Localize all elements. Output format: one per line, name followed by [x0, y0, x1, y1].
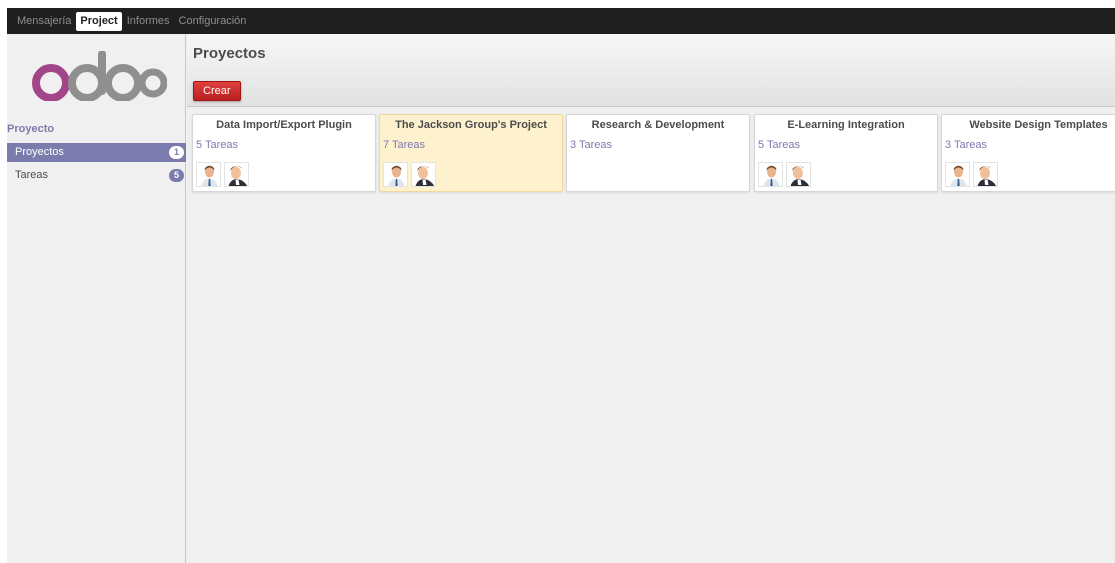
member-avatars: [758, 162, 811, 187]
avatar: [224, 162, 249, 187]
project-name[interactable]: Data Import/Export Plugin: [193, 119, 375, 131]
avatar: [758, 162, 783, 187]
avatar: [973, 162, 998, 187]
member-avatars: [945, 162, 998, 187]
task-count-link[interactable]: 5 Tareas: [758, 139, 800, 151]
avatar: [411, 162, 436, 187]
sidebar: odoo Proyecto Proyectos 1 Tareas 5: [7, 34, 186, 563]
menu-project[interactable]: Project: [76, 11, 122, 31]
avatar: [196, 162, 221, 187]
member-avatars: [196, 162, 249, 187]
menu-messaging[interactable]: Mensajería: [13, 12, 75, 31]
man-avatar-icon: [787, 163, 810, 186]
odoo-logo[interactable]: odoo: [27, 51, 167, 101]
menu-reports[interactable]: Informes: [123, 12, 174, 31]
sidebar-item-tasks[interactable]: Tareas 5: [7, 166, 186, 185]
project-card[interactable]: E-Learning Integration 5 Tareas: [754, 114, 938, 192]
menu-settings[interactable]: Configuración: [175, 12, 251, 31]
man-avatar-icon: [946, 163, 969, 186]
project-card[interactable]: The Jackson Group's Project 7 Tareas: [379, 114, 563, 192]
man-avatar-icon: [197, 163, 220, 186]
page-title: Proyectos: [193, 45, 266, 62]
kanban-view: Data Import/Export Plugin 5 Tareas The J…: [192, 114, 1115, 200]
sidebar-item-label: Proyectos: [15, 146, 64, 158]
man-avatar-icon: [412, 163, 435, 186]
project-name[interactable]: E-Learning Integration: [755, 119, 937, 131]
task-count-link[interactable]: 3 Tareas: [570, 139, 612, 151]
avatar: [945, 162, 970, 187]
top-menu-bar: Mensajería Project Informes Configuració…: [7, 8, 1115, 34]
member-avatars: [383, 162, 436, 187]
project-card[interactable]: Website Design Templates 3 Tareas: [941, 114, 1115, 192]
view-header: Proyectos Crear: [187, 34, 1115, 107]
sidebar-section-title: Proyecto: [7, 123, 55, 135]
avatar: [383, 162, 408, 187]
task-count-link[interactable]: 3 Tareas: [945, 139, 987, 151]
avatar: [786, 162, 811, 187]
man-avatar-icon: [384, 163, 407, 186]
app-frame: Mensajería Project Informes Configuració…: [7, 8, 1115, 563]
man-avatar-icon: [974, 163, 997, 186]
man-avatar-icon: [759, 163, 782, 186]
count-badge: 5: [169, 169, 184, 182]
project-card[interactable]: Data Import/Export Plugin 5 Tareas: [192, 114, 376, 192]
task-count-link[interactable]: 5 Tareas: [196, 139, 238, 151]
sidebar-item-projects[interactable]: Proyectos 1: [7, 143, 186, 162]
project-name[interactable]: Research & Development: [567, 119, 749, 131]
logo-text: odoo: [27, 51, 30, 52]
count-badge: 1: [169, 146, 184, 159]
project-name[interactable]: The Jackson Group's Project: [380, 119, 562, 131]
sidebar-item-label: Tareas: [15, 169, 49, 181]
task-count-link[interactable]: 7 Tareas: [383, 139, 425, 151]
man-avatar-icon: [225, 163, 248, 186]
project-name[interactable]: Website Design Templates: [952, 119, 1115, 131]
create-button[interactable]: Crear: [193, 81, 241, 101]
project-card[interactable]: Research & Development 3 Tareas: [566, 114, 750, 192]
